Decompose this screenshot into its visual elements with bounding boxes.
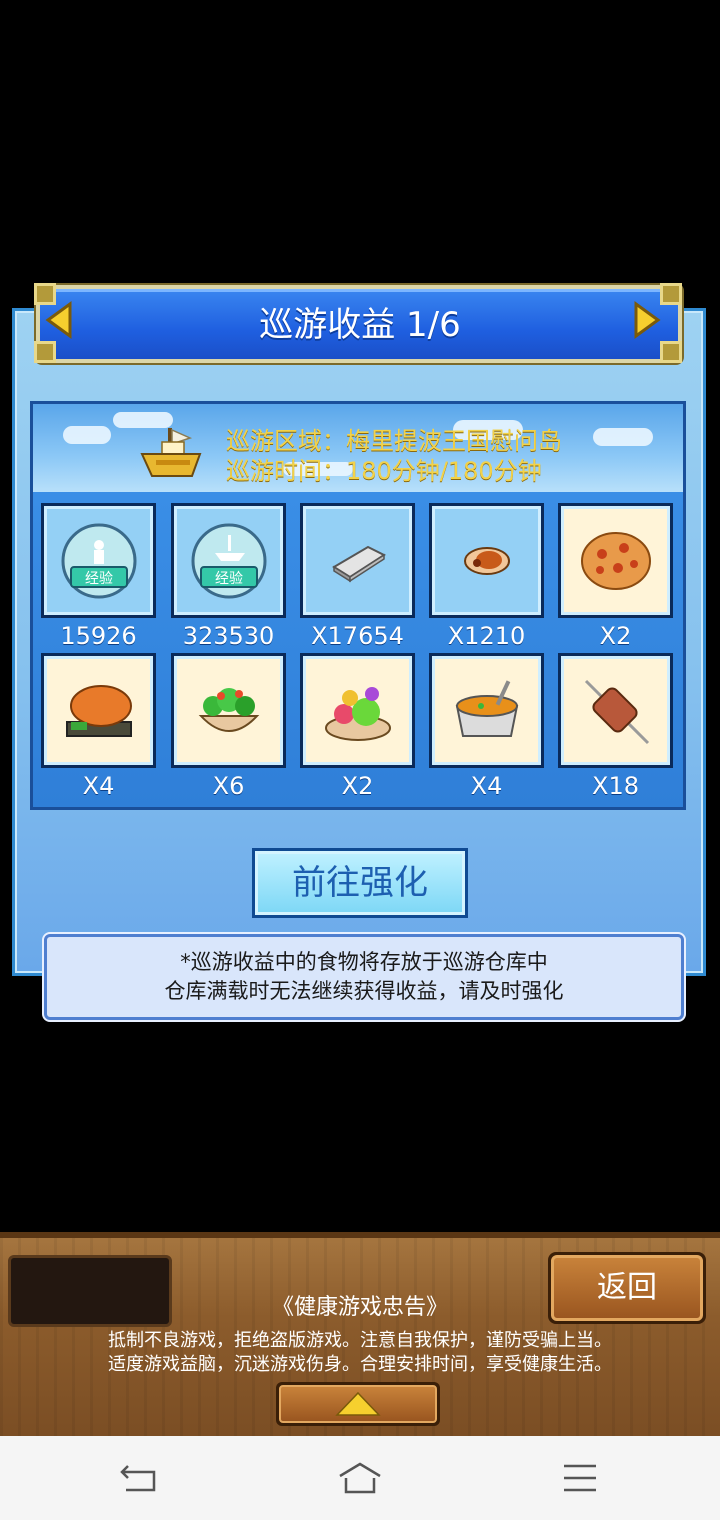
reward-count: X6	[212, 772, 245, 800]
frame-corner-ornament	[660, 341, 682, 363]
page-indicator: 1/6	[406, 305, 461, 345]
cruise-time-text: 巡游时间：180分钟/180分钟	[226, 457, 542, 485]
health-advice-title: 《健康游戏忠告》	[271, 1295, 448, 1320]
reward-count: X4	[470, 772, 503, 800]
frame-corner-ornament	[34, 341, 56, 363]
prev-page-arrow-icon[interactable]	[42, 300, 76, 340]
exp-orb-ship-icon: 经验	[191, 523, 266, 598]
reward-slot[interactable]	[171, 653, 286, 768]
roast-meat-icon	[463, 546, 510, 575]
expand-up-button[interactable]	[276, 1382, 440, 1426]
salad-icon	[198, 687, 259, 732]
reward-count: X17654	[311, 622, 404, 650]
grilled-fish-icon	[65, 684, 132, 737]
pizza-icon	[580, 531, 651, 590]
reward-slot[interactable]	[429, 653, 544, 768]
svg-text:经验: 经验	[215, 571, 243, 587]
nav-home-icon[interactable]	[338, 1456, 382, 1500]
reward-count: 15926	[60, 622, 137, 650]
reward-slot[interactable]: 经验	[171, 503, 286, 618]
reward-count: 323530	[182, 622, 275, 650]
cruise-ship-icon	[138, 424, 204, 484]
nav-back-icon[interactable]	[118, 1456, 162, 1500]
svg-text:经验: 经验	[85, 571, 113, 587]
silver-bar-icon	[331, 545, 386, 582]
reward-count: X4	[82, 772, 115, 800]
reward-slot[interactable]: 经验	[41, 503, 156, 618]
health-advice-line-2: 适度游戏益脑，沉迷游戏伤身。合理安排时间，享受健康生活。	[108, 1354, 612, 1375]
reward-slot[interactable]	[41, 653, 156, 768]
reward-slot[interactable]	[558, 503, 673, 618]
reward-slot[interactable]	[429, 503, 544, 618]
reward-count: X1210	[447, 622, 526, 650]
go-upgrade-button[interactable]: 前往强化	[252, 848, 468, 918]
meat-skewer-icon	[584, 679, 649, 744]
go-upgrade-label: 前往强化	[255, 851, 465, 915]
title-label: 巡游收益	[259, 305, 396, 345]
reward-slot[interactable]	[300, 503, 415, 618]
note-line-2: 仓库满载时无法继续获得收益，请及时强化	[164, 979, 564, 1003]
reward-slot[interactable]	[558, 653, 673, 768]
fruit-platter-icon	[324, 686, 391, 741]
reward-count: X2	[341, 772, 374, 800]
storage-note: *巡游收益中的食物将存放于巡游仓库中 仓库满载时无法继续获得收益，请及时强化	[44, 934, 684, 1020]
note-line-1: *巡游收益中的食物将存放于巡游仓库中	[180, 950, 548, 974]
health-advice-line-1: 抵制不良游戏，拒绝盗版游戏。注意自我保护，谨防受骗上当。	[108, 1330, 612, 1351]
next-page-arrow-icon[interactable]	[630, 300, 664, 340]
up-arrow-icon	[335, 1391, 381, 1416]
soup-icon	[455, 679, 518, 737]
reward-slot[interactable]	[300, 653, 415, 768]
exp-orb-person-icon: 经验	[61, 523, 136, 598]
page-title: 巡游收益 1/6	[160, 302, 560, 348]
reward-count: X18	[592, 772, 639, 800]
nav-menu-icon[interactable]	[558, 1456, 602, 1500]
reward-count: X2	[599, 622, 632, 650]
